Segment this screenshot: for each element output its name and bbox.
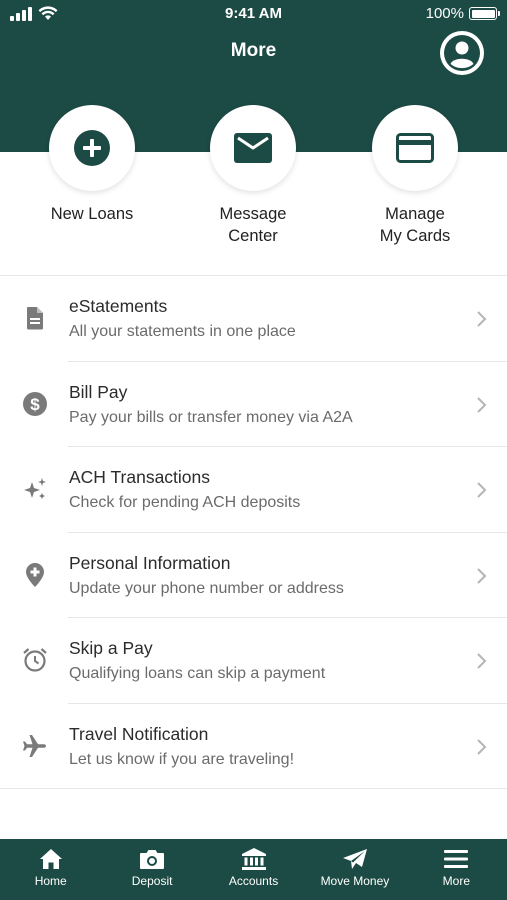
chevron-right-icon — [477, 738, 487, 755]
manage-cards-circle — [372, 105, 458, 191]
battery-status: 100% — [425, 5, 500, 22]
plus-circle-icon — [74, 130, 110, 166]
new-loans-label: New Loans — [50, 205, 134, 223]
menu-icon — [444, 850, 469, 868]
quick-actions: New Loans Message Center Manage My Cards — [0, 105, 507, 275]
bottom-tab-bar: Home Deposit Accounts Move Money More — [0, 839, 507, 900]
dollar-circle-icon: $ — [23, 391, 47, 416]
manage-cards-label-text: Manage My Cards — [379, 205, 451, 245]
battery-percent: 100% — [425, 5, 464, 22]
row-divider — [0, 788, 507, 789]
tab-label: Move Money — [320, 874, 390, 888]
chevron-right-icon — [477, 567, 487, 584]
menu-item-title: ACH Transactions — [69, 467, 211, 487]
svg-text:$: $ — [30, 395, 40, 414]
tab-accounts[interactable]: Accounts — [203, 839, 304, 900]
profile-button[interactable] — [440, 31, 484, 75]
menu-item-subtitle: All your statements in one place — [69, 323, 296, 340]
airplane-icon — [23, 734, 46, 757]
home-icon — [39, 849, 62, 869]
menu-item-title: eStatements — [69, 296, 168, 316]
more-menu-list: eStatements All your statements in one p… — [0, 276, 507, 789]
menu-item-title: Travel Notification — [69, 723, 209, 744]
tab-label: Deposit — [131, 874, 173, 888]
menu-item-skip-a-pay[interactable]: Skip a Pay Qualifying loans can skip a p… — [0, 618, 507, 704]
battery-icon — [469, 7, 500, 20]
new-loans-circle — [49, 105, 135, 191]
status-bar: 9:41 AM 100% — [0, 0, 507, 28]
menu-item-personal-information[interactable]: Personal Information Update your phone n… — [0, 533, 507, 618]
credit-card-icon — [396, 133, 434, 163]
envelope-icon — [234, 133, 272, 163]
menu-item-subtitle: Qualifying loans can skip a payment — [69, 665, 326, 682]
message-center-circle — [210, 105, 296, 191]
new-loans-button[interactable]: New Loans — [17, 105, 167, 225]
menu-item-estatements[interactable]: eStatements All your statements in one p… — [0, 276, 507, 362]
menu-item-title: Skip a Pay — [69, 638, 153, 658]
message-center-label: Message Center — [178, 203, 328, 247]
chevron-right-icon — [477, 396, 487, 413]
manage-cards-button[interactable]: Manage My Cards — [340, 105, 490, 247]
message-center-label-text: Message Center — [219, 205, 287, 245]
menu-item-title: Bill Pay — [69, 381, 128, 402]
tab-label: More — [442, 874, 470, 888]
page-title: More — [230, 40, 277, 61]
manage-cards-label: Manage My Cards — [340, 203, 490, 247]
menu-item-subtitle: Pay your bills or transfer money via A2A — [69, 408, 353, 426]
menu-item-subtitle: Check for pending ACH deposits — [69, 494, 301, 511]
chevron-right-icon — [477, 311, 487, 327]
location-plus-icon — [26, 562, 44, 587]
document-icon — [27, 307, 43, 330]
bank-icon — [241, 848, 266, 870]
message-center-button[interactable]: Message Center — [178, 105, 328, 247]
menu-item-title: Personal Information — [69, 552, 231, 573]
tab-deposit[interactable]: Deposit — [101, 839, 202, 900]
sparkle-icon — [24, 478, 46, 499]
tab-label: Home — [34, 874, 67, 888]
tab-label: Accounts — [228, 874, 279, 888]
camera-icon — [140, 850, 165, 869]
menu-item-ach-transactions[interactable]: ACH Transactions Check for pending ACH d… — [0, 447, 507, 533]
tab-home[interactable]: Home — [0, 839, 101, 900]
chevron-right-icon — [477, 482, 487, 498]
alarm-clock-icon — [23, 648, 47, 672]
chevron-right-icon — [477, 653, 487, 669]
send-icon — [342, 849, 367, 869]
menu-item-subtitle: Update your phone number or address — [69, 579, 344, 597]
tab-move-money[interactable]: Move Money — [304, 839, 405, 900]
menu-item-bill-pay[interactable]: $ Bill Pay Pay your bills or transfer mo… — [0, 362, 507, 447]
menu-item-travel-notification[interactable]: Travel Notification Let us know if you a… — [0, 704, 507, 789]
menu-item-subtitle: Let us know if you are traveling! — [69, 750, 295, 768]
user-avatar-icon — [444, 35, 480, 71]
tab-more[interactable]: More — [406, 839, 507, 900]
